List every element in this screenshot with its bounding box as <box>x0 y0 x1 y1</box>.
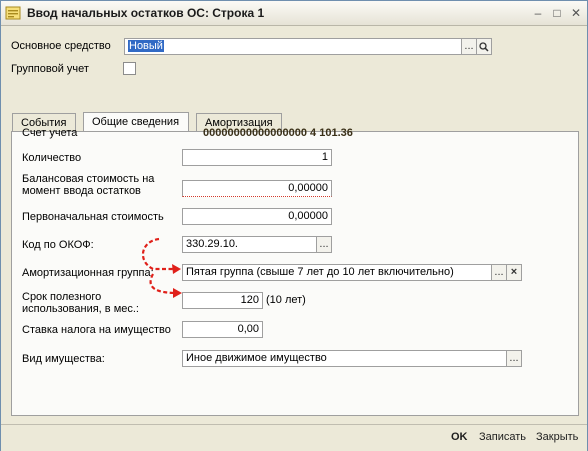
amort-group-select-button[interactable]: ... <box>491 264 507 281</box>
initial-cost-label: Первоначальная стоимость <box>22 211 164 223</box>
property-kind-select-button[interactable]: ... <box>506 350 522 367</box>
account-value: 00000000000000000 4 101.36 <box>203 127 353 139</box>
title-bar: Ввод начальных остатков ОС: Строка 1 – □… <box>1 1 587 26</box>
property-kind-field[interactable]: Иное движимое имущество <box>182 350 507 367</box>
okof-select-button[interactable]: ... <box>316 236 332 253</box>
save-button[interactable]: Записать <box>479 431 526 443</box>
amort-group-field[interactable]: Пятая группа (свыше 7 лет до 10 лет вклю… <box>182 264 492 281</box>
window-title: Ввод начальных остатков ОС: Строка 1 <box>27 6 265 20</box>
quantity-field[interactable]: 1 <box>182 149 332 166</box>
okof-field[interactable]: 330.29.10. <box>182 236 317 253</box>
button-bar: OK Записать Закрыть <box>1 424 587 451</box>
useful-life-years: (10 лет) <box>266 294 306 306</box>
ok-button[interactable]: OK <box>451 431 468 443</box>
asset-value: Новый <box>128 40 164 52</box>
initial-cost-field[interactable]: 0,00000 <box>182 208 332 225</box>
asset-search-button[interactable] <box>476 38 492 55</box>
useful-life-field[interactable]: 120 <box>182 292 263 309</box>
amort-group-clear-button[interactable]: × <box>506 264 522 281</box>
asset-label: Основное средство <box>11 40 111 52</box>
close-icon[interactable]: ✕ <box>569 6 583 20</box>
annotation-arrows <box>142 237 182 298</box>
app-icon <box>5 6 21 20</box>
tab-general[interactable]: Общие сведения <box>83 112 189 132</box>
close-button[interactable]: Закрыть <box>536 431 578 443</box>
group-accounting-checkbox[interactable] <box>123 62 136 75</box>
group-accounting-label: Групповой учет <box>11 63 89 75</box>
okof-label: Код по ОКОФ: <box>22 239 94 251</box>
asset-select-button[interactable]: ... <box>461 38 477 55</box>
maximize-icon[interactable]: □ <box>550 6 564 20</box>
balance-label-line2: момент ввода остатков <box>22 185 141 197</box>
tax-rate-field[interactable]: 0,00 <box>182 321 263 338</box>
balance-label-line1: Балансовая стоимость на <box>22 173 155 185</box>
useful-life-label-line2: использования, в мес.: <box>22 303 139 315</box>
search-icon <box>479 42 489 52</box>
tab-general-label: Общие сведения <box>92 116 180 128</box>
minimize-icon[interactable]: – <box>531 6 545 20</box>
account-label: Счет учета <box>22 127 78 139</box>
tax-rate-label: Ставка налога на имущество <box>22 324 171 336</box>
dialog-body: Основное средство Новый ... Групповой уч… <box>1 26 587 424</box>
dialog-window: Ввод начальных остатков ОС: Строка 1 – □… <box>0 0 588 451</box>
quantity-label: Количество <box>22 152 82 164</box>
useful-life-label-line1: Срок полезного <box>22 291 102 303</box>
property-kind-label: Вид имущества: <box>22 353 105 365</box>
asset-field[interactable]: Новый <box>124 38 462 55</box>
balance-value-field[interactable]: 0,00000 <box>182 180 332 197</box>
